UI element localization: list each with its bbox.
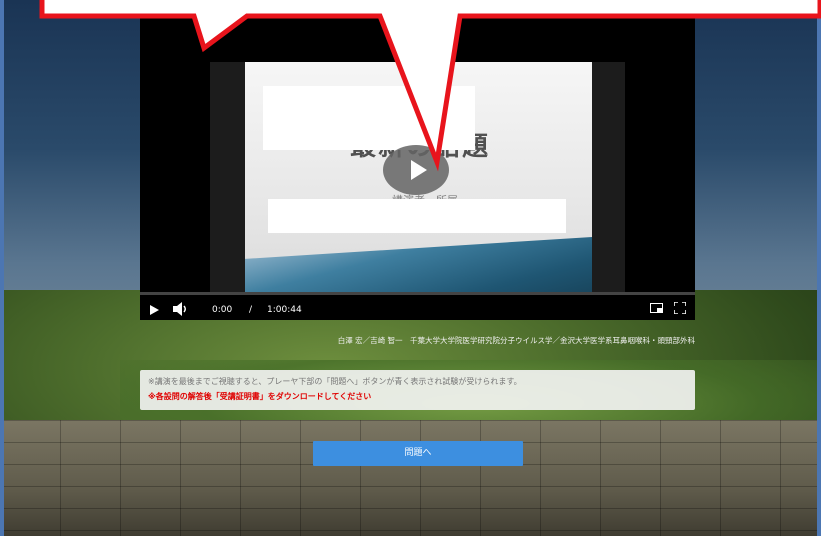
progress-bar[interactable] <box>140 292 695 295</box>
redaction-box <box>268 199 566 233</box>
play-icon[interactable] <box>150 305 159 315</box>
notice-box: ※講演を最後までご視聴すると、プレーヤ下部の「問題へ」ボタンが青く表示され試験が… <box>140 370 695 410</box>
big-play-icon[interactable] <box>383 145 449 195</box>
time-separator: / <box>249 305 253 315</box>
left-border <box>0 0 4 536</box>
picture-in-picture-icon[interactable] <box>650 303 663 313</box>
redaction-box <box>263 86 475 150</box>
right-border <box>817 0 821 536</box>
quiz-button[interactable]: 問題へ <box>313 441 523 466</box>
notice-warning: ※各設問の解答後「受講証明書」をダウンロードしてください <box>148 392 372 401</box>
duration: 1:00:44 <box>267 305 302 315</box>
current-time: 0:00 <box>212 305 233 315</box>
player-controls: 0:00 / 1:00:44 <box>140 292 695 320</box>
fullscreen-icon[interactable] <box>674 302 686 314</box>
stone-wall-background <box>0 420 821 536</box>
notice-text: ※講演を最後までご視聴すると、プレーヤ下部の「問題へ」ボタンが青く表示され試験が… <box>148 377 522 386</box>
lecturer-credit: 白澤 宏／吉崎 智一 千葉大学大学院医学研究院分子ウイルス学／金沢大学医学系耳鼻… <box>337 336 695 345</box>
volume-icon[interactable] <box>173 302 189 316</box>
